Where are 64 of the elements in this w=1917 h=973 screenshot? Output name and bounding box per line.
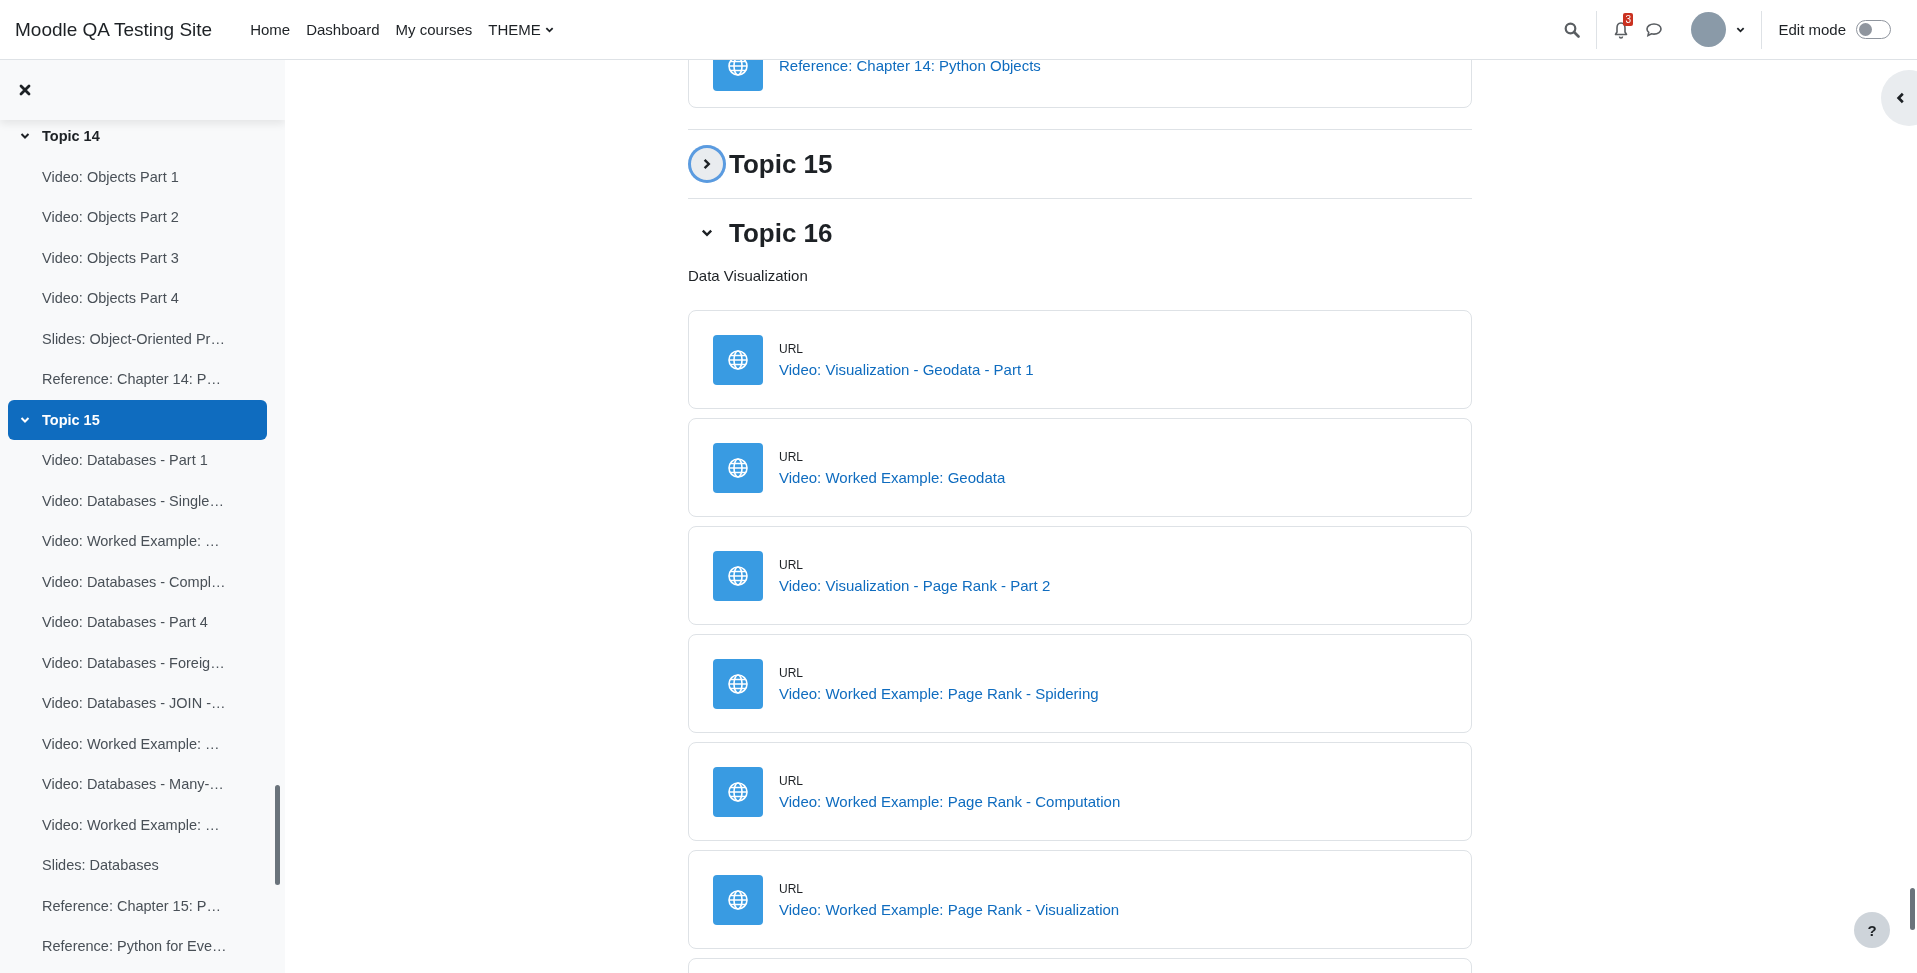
course-index-item[interactable]: Video: Databases - Foreig…: [0, 642, 285, 683]
activity-link[interactable]: Video: Worked Example: Page Rank - Spidering: [779, 684, 1099, 702]
course-index-item[interactable]: Video: Databases - Compl…: [0, 561, 285, 602]
nav-link[interactable]: Home: [242, 13, 299, 46]
nav-link[interactable]: My courses: [387, 13, 481, 46]
chevron-icon: [701, 158, 713, 170]
edit-mode-toggle[interactable]: [1856, 20, 1891, 39]
activity-type: URL: [779, 449, 804, 464]
course-index-item[interactable]: Video: Objects Part 2: [0, 197, 285, 238]
chevron-icon: [1895, 92, 1907, 104]
course-index-item[interactable]: Reference: Chapter 14: P…: [0, 359, 285, 400]
course-index-item[interactable]: Video: Databases - JOIN -…: [0, 683, 285, 724]
course-index-item[interactable]: Video: Databases - Many-…: [0, 764, 285, 805]
course-index-item[interactable]: Video: Databases - Part 1: [0, 440, 285, 481]
activity-type: URL: [779, 665, 804, 680]
globe-icon: [713, 766, 763, 817]
edit-mode-label: Edit mode: [1778, 21, 1846, 38]
course-index-item[interactable]: Video: Objects Part 4: [0, 278, 285, 319]
scrollbar-thumb[interactable]: [1910, 888, 1915, 930]
activity-link[interactable]: Video: Worked Example: Page Rank - Visualization: [779, 900, 1120, 918]
collapse-toggle[interactable]: [688, 145, 726, 183]
activity-link[interactable]: Video: Worked Example: Page Rank - Computation: [779, 792, 1121, 810]
nav-link[interactable]: Dashboard: [298, 13, 388, 46]
globe-icon: [713, 442, 763, 493]
section-title: Topic 16: [729, 217, 833, 249]
notification-count: 3: [1623, 12, 1633, 26]
activity-type: URL: [779, 341, 804, 356]
section-title: Topic 15: [729, 148, 833, 180]
course-index-item[interactable]: Video: Objects Part 3: [0, 237, 285, 278]
chevron-icon: [701, 227, 713, 239]
activity-link[interactable]: Reference: Chapter 14: Python Objects: [779, 60, 1041, 74]
activity-type: URL: [779, 773, 804, 788]
course-index-item[interactable]: Video: Worked Example: …: [0, 723, 285, 764]
search-icon[interactable]: [1564, 21, 1581, 38]
course-index-item[interactable]: Reference: Python for Eve…: [0, 926, 285, 967]
course-index-item[interactable]: Reference: Chapter 15: P…: [0, 885, 285, 926]
course-index-item[interactable]: Video: Objects Part 1: [0, 156, 285, 197]
caret-icon[interactable]: [1736, 25, 1746, 34]
globe-icon: [713, 550, 763, 601]
course-index-item[interactable]: Video: Worked Example: …: [0, 804, 285, 845]
globe-icon: [713, 658, 763, 709]
course-index-item[interactable]: Slides: Databases: [0, 845, 285, 886]
nav-link[interactable]: THEME: [480, 13, 562, 46]
activity-type: URL: [779, 881, 804, 896]
activity-type: URL: [779, 557, 804, 572]
site-name[interactable]: Moodle QA Testing Site: [15, 18, 213, 41]
globe-icon: [713, 334, 763, 385]
globe-icon: [713, 874, 763, 925]
activity-link[interactable]: Video: Visualization - Page Rank - Part 2: [779, 576, 1051, 594]
activity-link[interactable]: Video: Visualization - Geodata - Part 1: [779, 360, 1034, 378]
user-avatar[interactable]: [1691, 12, 1727, 47]
section-summary: Data Visualization: [688, 267, 809, 284]
speech-bubble-icon[interactable]: [1645, 21, 1664, 38]
course-index-item[interactable]: Video: Worked Example: …: [0, 521, 285, 562]
close-icon[interactable]: [19, 84, 31, 96]
course-index-item[interactable]: Video: Databases - Part 4: [0, 602, 285, 643]
course-index-item[interactable]: Slides: Object-Oriented Pr…: [0, 318, 285, 359]
scrollbar-thumb[interactable]: [275, 785, 280, 885]
course-index-item[interactable]: Video: Databases - Single…: [0, 480, 285, 521]
help-button[interactable]: ?: [1854, 912, 1890, 948]
activity-link[interactable]: Video: Worked Example: Geodata: [779, 468, 1006, 486]
course-index-section[interactable]: Topic 14: [8, 116, 267, 157]
caret-icon: [544, 25, 554, 34]
course-index-section[interactable]: Topic 15: [8, 399, 267, 440]
